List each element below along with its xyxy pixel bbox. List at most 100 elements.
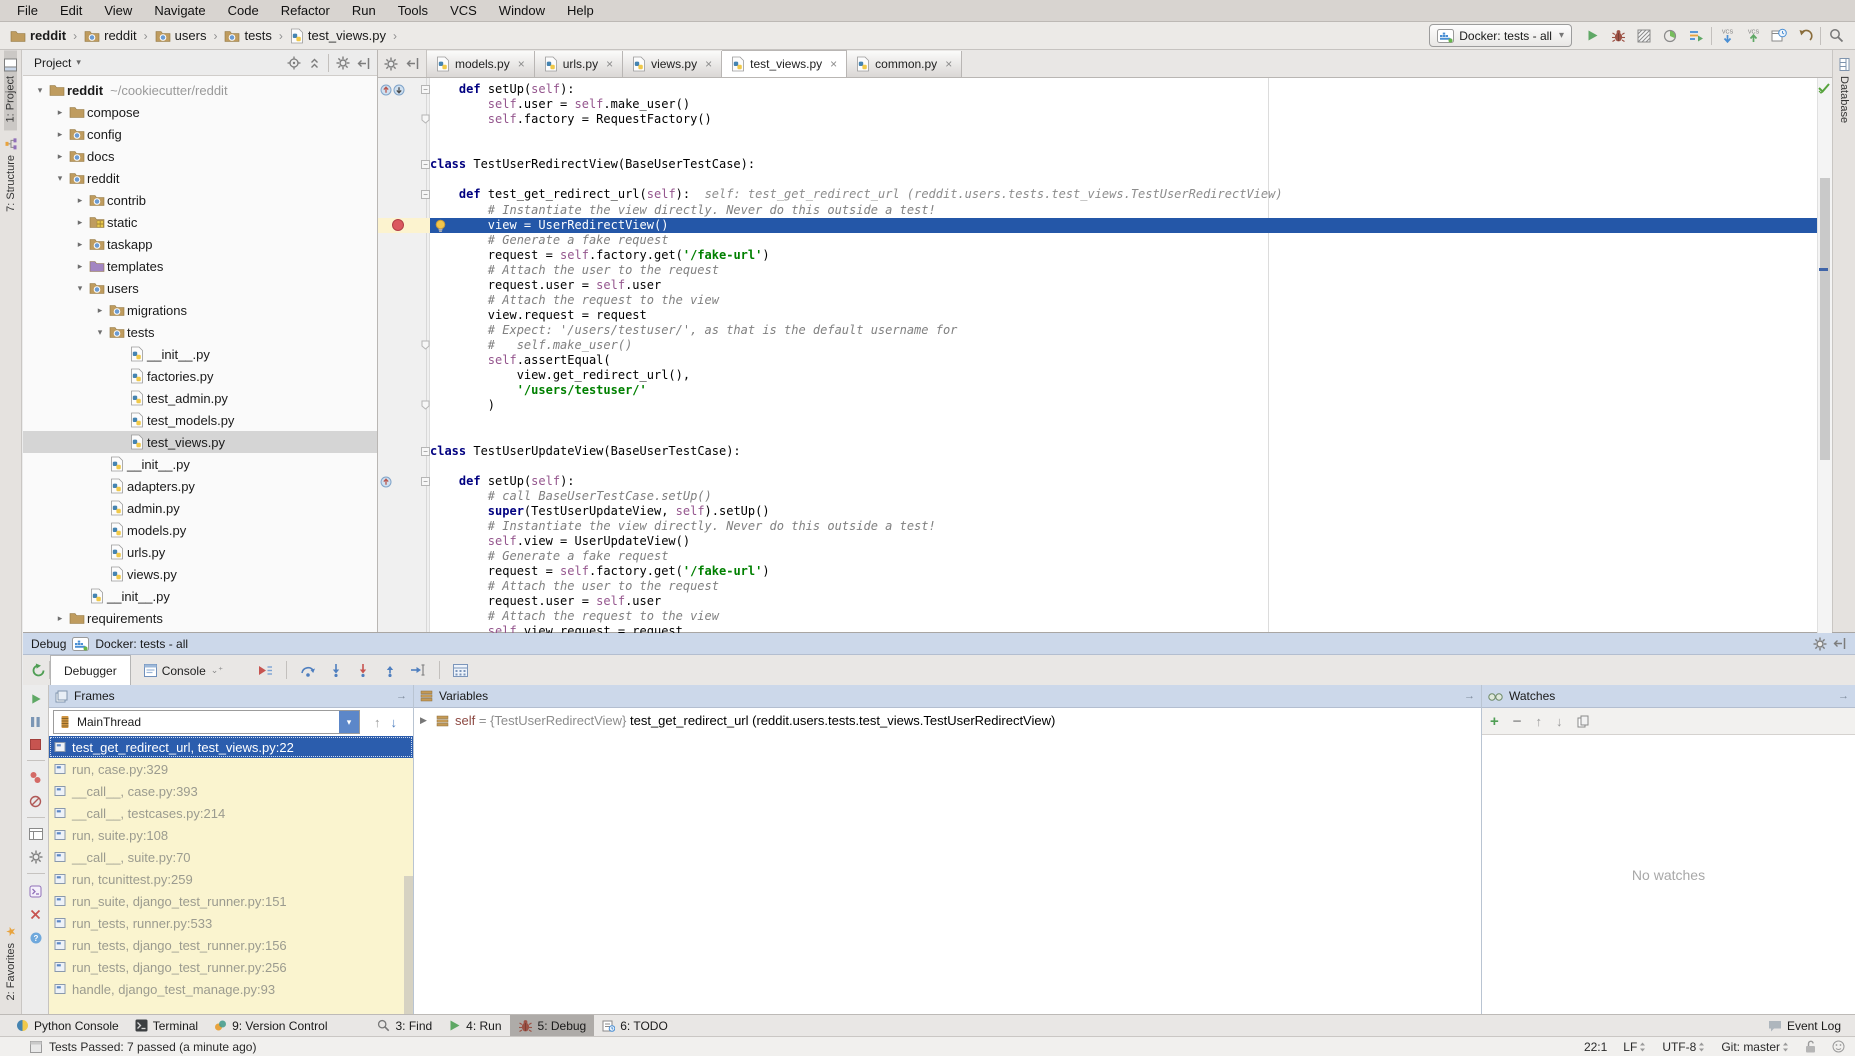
editor-tab-models-py[interactable]: models.py× bbox=[427, 51, 535, 77]
tool-strip-tab-7-structure[interactable]: 7: Structure bbox=[5, 130, 17, 220]
tree-item[interactable]: test_views.py bbox=[23, 431, 377, 453]
step-over-button[interactable] bbox=[300, 663, 316, 678]
tree-item[interactable]: ▸requirements bbox=[23, 607, 377, 629]
run-config-select[interactable]: Docker: tests - all ▾ bbox=[1429, 24, 1572, 47]
expand-arrow-icon[interactable]: ▸ bbox=[73, 217, 87, 228]
tree-item[interactable]: adapters.py bbox=[23, 475, 377, 497]
caret-position[interactable]: 22:1 bbox=[1584, 1040, 1607, 1054]
fold-marker-icon[interactable]: − bbox=[421, 160, 430, 169]
tree-item[interactable]: ▸migrations bbox=[23, 299, 377, 321]
breadcrumb-item[interactable]: tests bbox=[222, 28, 273, 43]
settings-button[interactable] bbox=[29, 850, 43, 865]
menu-item-window[interactable]: Window bbox=[488, 0, 556, 22]
expand-arrow-icon[interactable]: ▸ bbox=[93, 305, 107, 316]
move-down-watch-button[interactable]: ↓ bbox=[1556, 714, 1563, 728]
rollback-button[interactable] bbox=[1794, 25, 1816, 47]
debug-button[interactable] bbox=[1607, 25, 1629, 47]
breadcrumb-item[interactable]: reddit bbox=[82, 28, 139, 43]
hide-panel-icon[interactable] bbox=[1833, 637, 1847, 650]
tree-item[interactable]: ▾reddit~/cookiecutter/reddit bbox=[23, 79, 377, 101]
tree-item[interactable]: urls.py bbox=[23, 541, 377, 563]
settings-button[interactable] bbox=[336, 55, 350, 70]
expand-arrow-icon[interactable]: ▸ bbox=[53, 129, 67, 140]
tool-strip-tab-1-project[interactable]: 1: Project bbox=[4, 50, 17, 130]
fold-marker-icon[interactable]: − bbox=[421, 190, 430, 199]
event-log-button[interactable]: Event Log bbox=[1768, 1019, 1847, 1033]
tool-window-button-9-version-control[interactable]: 9: Version Control bbox=[206, 1015, 335, 1036]
pin-icon[interactable]: → bbox=[396, 690, 407, 702]
menu-item-edit[interactable]: Edit bbox=[49, 0, 93, 22]
pin-icon[interactable]: → bbox=[1838, 690, 1849, 702]
next-frame-icon[interactable]: ↓ bbox=[391, 715, 398, 730]
add-watch-button[interactable]: + bbox=[1490, 714, 1499, 728]
menu-item-refactor[interactable]: Refactor bbox=[270, 0, 341, 22]
menu-item-view[interactable]: View bbox=[93, 0, 143, 22]
hide-button[interactable] bbox=[357, 55, 371, 69]
expand-arrow-icon[interactable]: ▸ bbox=[53, 151, 67, 162]
tree-item[interactable]: views.py bbox=[23, 563, 377, 585]
breakpoint-icon[interactable] bbox=[392, 219, 404, 231]
expand-arrow-icon[interactable]: ▸ bbox=[53, 107, 67, 118]
run-to-cursor-button[interactable] bbox=[410, 663, 426, 678]
intention-bulb-icon[interactable] bbox=[434, 219, 447, 233]
highlighting-level-icon[interactable] bbox=[1832, 1040, 1845, 1053]
force-step-into-button[interactable] bbox=[356, 663, 370, 678]
tool-strip-tab-favorites[interactable]: 2: Favorites★ bbox=[5, 916, 17, 1008]
encoding-select[interactable]: UTF-8 bbox=[1662, 1040, 1705, 1054]
editor-scrollbar[interactable] bbox=[1817, 78, 1832, 633]
expand-arrow-icon[interactable]: ▾ bbox=[53, 173, 67, 184]
expand-arrow-icon[interactable]: ▸ bbox=[73, 239, 87, 250]
step-into-button[interactable] bbox=[329, 663, 343, 678]
debug-tab-console[interactable]: Console⌄⁺ bbox=[131, 656, 236, 685]
editor-tab-test_views-py[interactable]: test_views.py× bbox=[722, 50, 847, 77]
override-up-icon[interactable] bbox=[380, 84, 392, 96]
tree-item[interactable]: factories.py bbox=[23, 365, 377, 387]
editor-tab-urls-py[interactable]: urls.py× bbox=[535, 51, 623, 77]
expand-arrow-icon[interactable]: ▾ bbox=[93, 327, 107, 338]
fold-marker-icon[interactable]: − bbox=[421, 85, 430, 94]
breadcrumb-item[interactable]: test_views.py bbox=[288, 28, 388, 44]
gear-icon[interactable] bbox=[1813, 637, 1827, 651]
add-console-icon[interactable]: ⌄⁺ bbox=[211, 665, 223, 676]
breadcrumb-item[interactable]: users bbox=[153, 28, 209, 43]
profiler-button[interactable] bbox=[1659, 25, 1681, 47]
menu-item-help[interactable]: Help bbox=[556, 0, 605, 22]
editor-gutter[interactable]: −−−−− bbox=[378, 78, 430, 633]
frame-item[interactable]: __call__, testcases.py:214 bbox=[49, 802, 413, 824]
vcs-commit-button[interactable]: VCS bbox=[1742, 25, 1764, 47]
show-execution-point-button[interactable] bbox=[258, 663, 273, 677]
collapse-all-button[interactable] bbox=[308, 55, 321, 69]
editor-tab-views-py[interactable]: views.py× bbox=[623, 51, 722, 77]
frame-item[interactable]: run_suite, django_test_runner.py:151 bbox=[49, 890, 413, 912]
status-message[interactable]: Tests Passed: 7 passed (a minute ago) bbox=[30, 1040, 256, 1054]
expand-arrow-icon[interactable]: ▾ bbox=[33, 85, 47, 96]
hide-tabs-icon[interactable] bbox=[406, 57, 420, 70]
tree-item[interactable]: ▾reddit bbox=[23, 167, 377, 189]
restore-layout-button[interactable] bbox=[29, 827, 43, 841]
tool-window-button-python-console[interactable]: Python Console bbox=[8, 1015, 127, 1036]
vcs-update-button[interactable]: VCS bbox=[1716, 25, 1738, 47]
fold-end-icon[interactable] bbox=[421, 400, 430, 410]
variable-row[interactable]: ▶ self = {TestUserRedirectView} test_get… bbox=[420, 713, 1475, 728]
run-button[interactable] bbox=[1581, 25, 1603, 47]
local-history-button[interactable] bbox=[1768, 25, 1790, 47]
override-up-icon[interactable] bbox=[380, 476, 392, 488]
tree-item[interactable]: ▾tests bbox=[23, 321, 377, 343]
tree-item[interactable]: ▸docs bbox=[23, 145, 377, 167]
help-button[interactable]: ? bbox=[30, 930, 42, 944]
frame-item[interactable]: run_tests, django_test_runner.py:256 bbox=[49, 956, 413, 978]
inspections-ok-icon[interactable] bbox=[1817, 82, 1831, 94]
tree-item[interactable]: ▸compose bbox=[23, 101, 377, 123]
menu-item-tools[interactable]: Tools bbox=[387, 0, 439, 22]
evaluate-expression-button[interactable] bbox=[453, 663, 468, 677]
pin-icon[interactable]: → bbox=[1464, 690, 1475, 702]
fold-marker-icon[interactable]: − bbox=[421, 477, 430, 486]
run-with-parameters-button[interactable] bbox=[1685, 25, 1707, 47]
menu-item-code[interactable]: Code bbox=[217, 0, 270, 22]
move-up-watch-button[interactable]: ↑ bbox=[1536, 714, 1543, 728]
frame-item[interactable]: run_tests, runner.py:533 bbox=[49, 912, 413, 934]
duplicate-watch-button[interactable] bbox=[1577, 714, 1589, 728]
code-content[interactable]: def setUp(self): self.user = self.make_u… bbox=[430, 78, 1832, 633]
tool-window-button-3-find[interactable]: 3: Find bbox=[369, 1015, 440, 1036]
close-tab-icon[interactable]: × bbox=[830, 57, 837, 71]
